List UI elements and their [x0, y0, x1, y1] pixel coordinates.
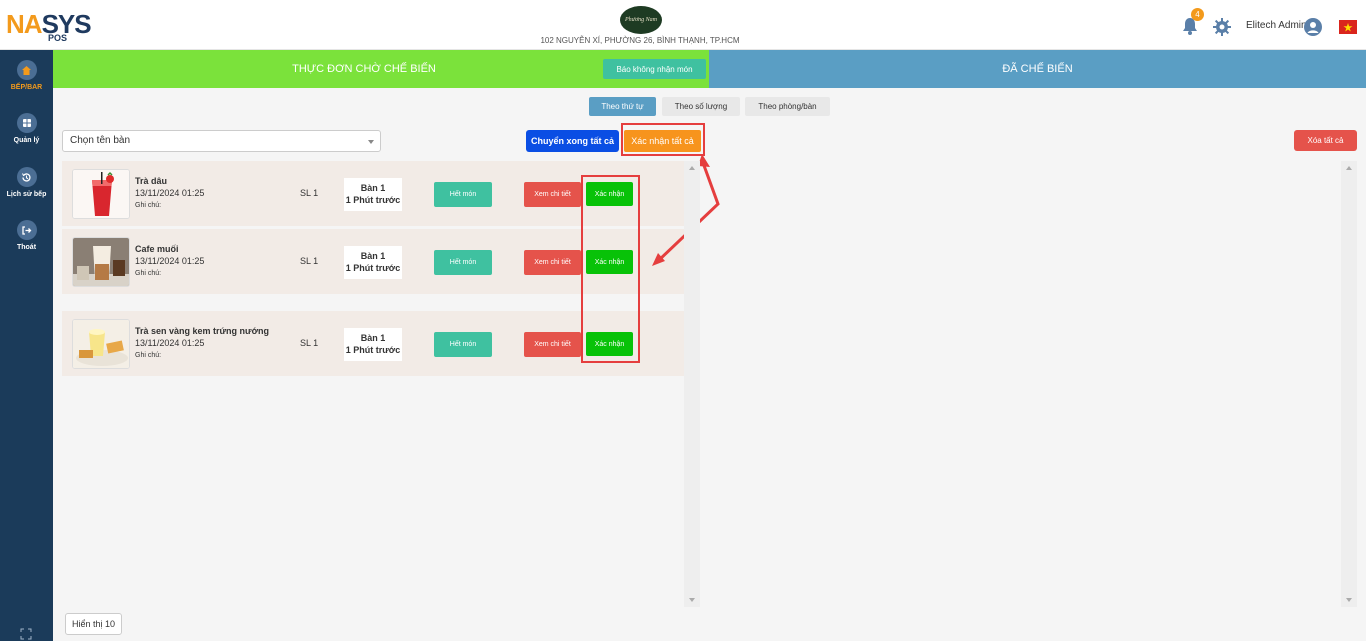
item-note: Ghi chú: [135, 202, 162, 209]
done-pane-header: ĐÃ CHẾ BIẾN [709, 50, 1366, 88]
item-table: Bàn 1 [360, 333, 386, 343]
finish-all-button[interactable]: Chuyển xong tất cả [526, 130, 619, 152]
item-time: 13/11/2024 01:25 [135, 256, 205, 266]
item-elapsed: 1 Phút trước [345, 195, 401, 205]
product-image [72, 169, 130, 219]
scroll-up-icon[interactable] [689, 166, 695, 170]
view-detail-button[interactable]: Xem chi tiết [524, 182, 581, 207]
clear-all-button[interactable]: Xóa tất cả [1294, 130, 1357, 151]
done-list-scrollbar[interactable] [1341, 161, 1357, 607]
item-name: Trà dâu [135, 176, 168, 186]
item-quantity: SL 1 [300, 188, 319, 198]
item-time: 13/11/2024 01:25 [135, 188, 205, 198]
table-select[interactable]: Chọn tên bàn [62, 130, 381, 152]
product-image [72, 237, 130, 287]
item-name: Cafe muối [135, 244, 179, 254]
table-select-placeholder: Chọn tên bàn [70, 135, 131, 146]
item-table-info: Bàn 1 1 Phút trước [344, 328, 402, 361]
done-pane-title: ĐÃ CHẾ BIẾN [1002, 63, 1073, 75]
out-of-stock-button[interactable]: Hết món [434, 332, 492, 357]
gear-icon[interactable] [1213, 18, 1231, 36]
logout-icon [16, 220, 37, 240]
home-icon [16, 60, 37, 80]
view-detail-button[interactable]: Xem chi tiết [524, 250, 581, 275]
scroll-down-icon[interactable] [689, 598, 695, 602]
user-avatar-icon[interactable] [1304, 18, 1322, 36]
grid-icon [16, 113, 37, 133]
pending-list-scrollbar[interactable] [684, 161, 700, 607]
page-size-button[interactable]: Hiển thị 10 [65, 613, 122, 635]
report-unavailable-button[interactable]: Báo không nhận món [603, 59, 706, 79]
sidebar-item-label: BẾP/BAR [10, 84, 43, 91]
out-of-stock-button[interactable]: Hết món [434, 182, 492, 207]
tab-by-room-table[interactable]: Theo phòng/bàn [745, 97, 830, 116]
item-table-info: Bàn 1 1 Phút trước [344, 178, 402, 211]
highlight-box [581, 175, 640, 363]
chevron-down-icon [368, 140, 374, 144]
sidebar-item-management[interactable]: Quản lý [0, 113, 53, 144]
history-icon [16, 167, 37, 187]
sidebar-item-logout[interactable]: Thoát [0, 220, 53, 251]
pending-pane-title: THỰC ĐƠN CHỜ CHẾ BIẾN [292, 63, 436, 75]
out-of-stock-button[interactable]: Hết món [434, 250, 492, 275]
item-name: Trà sen vàng kem trứng nướng [135, 326, 269, 336]
item-time: 13/11/2024 01:25 [135, 338, 205, 348]
notification-badge: 4 [1191, 8, 1204, 21]
scroll-up-icon[interactable] [1346, 166, 1352, 170]
item-elapsed: 1 Phút trước [345, 263, 401, 273]
product-image [72, 319, 130, 369]
tab-by-quantity[interactable]: Theo số lượng [662, 97, 740, 116]
user-name[interactable]: Elitech Admin [1246, 20, 1307, 31]
item-elapsed: 1 Phút trước [345, 345, 401, 355]
app-logo[interactable]: NASYS POS [6, 9, 92, 43]
tab-by-order[interactable]: Theo thứ tự [589, 97, 656, 116]
item-quantity: SL 1 [300, 338, 319, 348]
store-address: 102 NGUYỄN XÍ, PHƯỜNG 26, BÌNH THẠNH, TP… [540, 36, 740, 45]
store-logo: Phương Nam [620, 6, 662, 34]
sidebar: BẾP/BAR Quản lý Lịch sử bếp Thoát [0, 50, 53, 641]
item-table: Bàn 1 [360, 183, 386, 193]
view-detail-button[interactable]: Xem chi tiết [524, 332, 581, 357]
item-quantity: SL 1 [300, 256, 319, 266]
sidebar-item-label: Lịch sử bếp [6, 191, 47, 198]
sidebar-item-label: Quản lý [13, 137, 40, 144]
item-table: Bàn 1 [360, 251, 386, 261]
item-note: Ghi chú: [135, 352, 162, 359]
item-note: Ghi chú: [135, 270, 162, 277]
sidebar-item-kitchen-history[interactable]: Lịch sử bếp [0, 167, 53, 198]
item-table-info: Bàn 1 1 Phút trước [344, 246, 402, 279]
sidebar-item-kitchen-bar[interactable]: BẾP/BAR [0, 60, 53, 91]
vietnam-flag-icon[interactable] [1339, 20, 1357, 34]
fullscreen-icon[interactable] [20, 628, 32, 640]
sidebar-item-label: Thoát [16, 244, 37, 251]
scroll-down-icon[interactable] [1346, 598, 1352, 602]
top-bar: NASYS POS Phương Nam 102 NGUYỄN XÍ, PHƯỜ… [0, 0, 1366, 50]
